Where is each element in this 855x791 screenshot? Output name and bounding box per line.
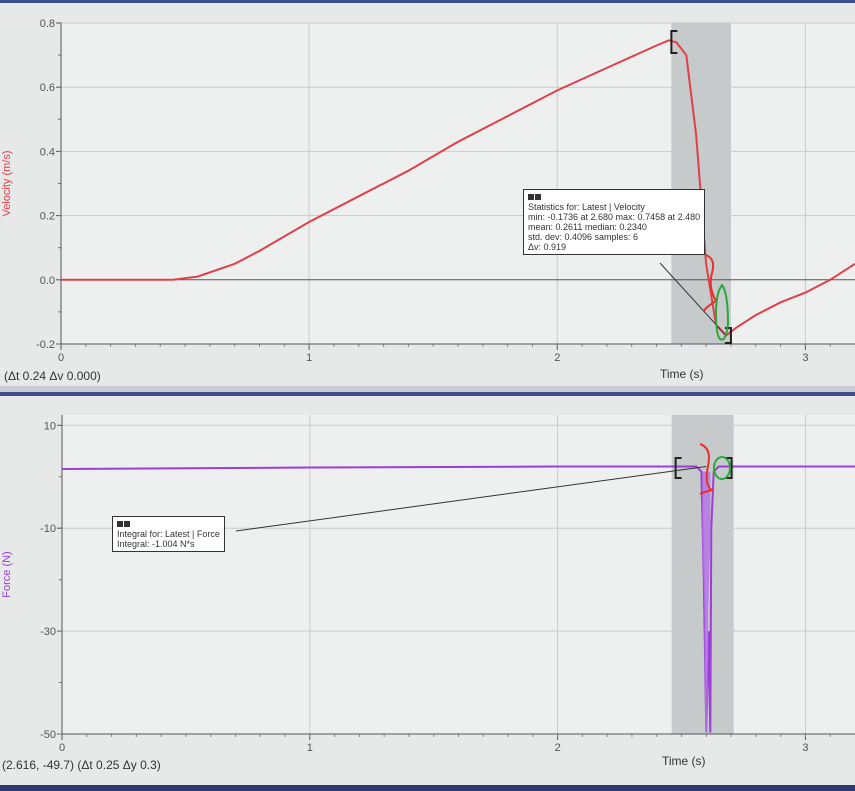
y-tick-label: 0.8 xyxy=(40,18,55,30)
force-graph-panel[interactable]: 10 -10 -30 -50 0 1 2 3 Force (N) Integral for: L… xyxy=(0,392,855,789)
force-chart[interactable]: 10 -10 -30 -500 1 2 3 Force (N) xyxy=(0,396,855,785)
y-tick-label: -50 xyxy=(40,729,56,741)
y-tick-label: -10 xyxy=(40,523,56,535)
integral-line: Integral for: Latest | Force xyxy=(117,529,220,539)
x-tick-label: 3 xyxy=(802,352,808,364)
plot-area[interactable] xyxy=(62,415,855,734)
velocity-graph-panel[interactable]: 0.8 0.6 0.4 0.2 0.0 -0.2 0 1 2 3 Velocity (m/s) St… xyxy=(0,0,855,389)
force-status-readout: (2.616, -49.7) (Δt 0.25 Δy 0.3) xyxy=(2,758,161,772)
velocity-x-axis-title: Time (s) xyxy=(660,367,704,381)
y-tick-label: 0.4 xyxy=(40,146,55,158)
y-tick-label: -30 xyxy=(40,626,56,638)
stats-line: mean: 0.2611 median: 0.2340 xyxy=(528,222,647,232)
y-tick-label: 10 xyxy=(44,420,56,432)
integral-box[interactable]: Integral for: Latest | Force Integral: -… xyxy=(112,516,225,552)
velocity-chart[interactable]: 0.8 0.6 0.4 0.2 0.0 -0.20 1 2 3 Velocity (m/s) xyxy=(0,3,855,386)
selection-region[interactable] xyxy=(671,23,731,344)
y-tick-label: 0.0 xyxy=(40,275,55,287)
x-tick-label: 2 xyxy=(554,352,560,364)
velocity-status-readout: (Δt 0.24 Δv 0.000) xyxy=(4,369,101,383)
y-axis-title: Velocity (m/s) xyxy=(1,150,13,216)
window-bottom-bar xyxy=(0,785,855,791)
x-tick-label: 1 xyxy=(306,352,312,364)
integral-line: Integral: -1.004 N*s xyxy=(117,539,195,549)
y-axis-title: Force (N) xyxy=(1,551,13,597)
stats-line: Δv: 0.919 xyxy=(528,242,567,252)
stats-line: Statistics for: Latest | Velocity xyxy=(528,202,645,212)
stats-line: std. dev: 0.4096 samples: 6 xyxy=(528,232,639,242)
stats-line: min: -0.1736 at 2.680 max: 0.7458 at 2.4… xyxy=(528,212,701,222)
x-tick-label: 2 xyxy=(555,742,561,754)
y-tick-label: 0.2 xyxy=(40,211,55,223)
x-tick-label: 3 xyxy=(802,742,808,754)
selection-region[interactable] xyxy=(671,415,734,734)
y-tick-label: -0.2 xyxy=(36,339,55,351)
x-tick-label: 0 xyxy=(59,742,65,754)
force-x-axis-title: Time (s) xyxy=(662,754,706,768)
integral-box-handle-icon[interactable] xyxy=(117,519,220,529)
x-tick-label: 1 xyxy=(307,742,313,754)
y-tick-label: 0.6 xyxy=(40,82,55,94)
statistics-box-handle-icon[interactable] xyxy=(528,192,700,202)
x-tick-label: 0 xyxy=(58,352,64,364)
statistics-box[interactable]: Statistics for: Latest | Velocity min: -… xyxy=(523,189,706,255)
plot-area[interactable] xyxy=(61,23,855,344)
